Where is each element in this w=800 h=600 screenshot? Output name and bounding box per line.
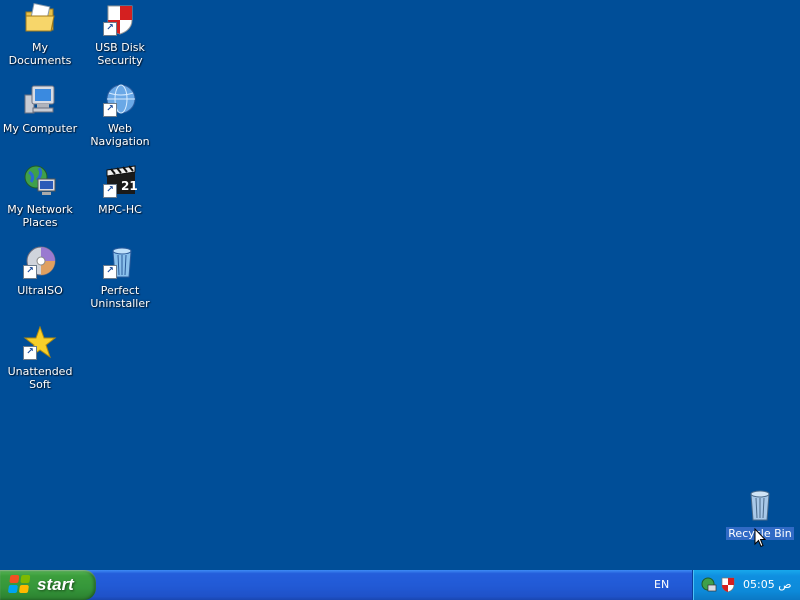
desktop-icon-label: My Documents (8, 41, 72, 67)
system-tray: 05:05 ص (692, 570, 800, 600)
desktop-icon-label: Perfect Uninstaller (90, 284, 150, 310)
desktop-icon-ultraiso[interactable]: ↗ UltraISO (0, 245, 80, 323)
usb-disk-security-icon: ↗ (103, 2, 137, 36)
desktop-icon-label: My Network Places (7, 203, 73, 229)
language-indicator[interactable]: EN (654, 578, 669, 591)
desktop-icon-unattended-soft[interactable]: ↗ Unattended Soft (0, 325, 80, 404)
clock[interactable]: 05:05 ص (743, 578, 792, 591)
desktop-icon-my-documents[interactable]: My Documents (0, 2, 80, 80)
shortcut-arrow-icon: ↗ (103, 22, 117, 36)
desktop-icon-label: Web Navigation (90, 122, 150, 148)
shortcut-arrow-icon: ↗ (23, 265, 37, 279)
desktop-icon-my-network-places[interactable]: My Network Places (0, 164, 80, 242)
start-label: start (37, 575, 74, 594)
shortcut-arrow-icon: ↗ (103, 265, 117, 279)
desktop-icon-my-computer[interactable]: My Computer (0, 83, 80, 161)
desktop-icon-label: Unattended Soft (7, 365, 73, 391)
network-tray-icon[interactable] (701, 577, 717, 593)
start-button[interactable]: start (0, 570, 96, 600)
desktop-icon-usb-disk-security[interactable]: ↗ USB Disk Security (80, 2, 160, 80)
unattended-soft-icon: ↗ (23, 325, 57, 360)
desktop-icon-recycle-bin[interactable]: Recycle Bin (720, 488, 800, 566)
recycle-bin-icon (743, 488, 777, 522)
desktop-icon-label: MPC-HC (98, 203, 142, 216)
windows-flag-icon (7, 575, 33, 595)
desktop-icon-mpc-hc[interactable]: 21 ↗ MPC-HC (80, 164, 160, 242)
ultraiso-icon: ↗ (23, 245, 57, 279)
shortcut-arrow-icon: ↗ (103, 103, 117, 117)
desktop-icon-perfect-uninstaller[interactable]: ↗ Perfect Uninstaller (80, 245, 160, 323)
taskbar: start EN 05:05 ص (0, 570, 800, 600)
desktop: My Documents ↗ USB Disk Security My Comp… (0, 0, 800, 570)
perfect-uninstaller-icon: ↗ (103, 245, 137, 279)
desktop-icon-web-navigation[interactable]: ↗ Web Navigation (80, 83, 160, 161)
network-places-icon (23, 164, 57, 198)
shortcut-arrow-icon: ↗ (103, 184, 117, 198)
desktop-icon-label: My Computer (2, 122, 78, 135)
desktop-icon-label: UltraISO (17, 284, 63, 297)
mpc-hc-icon: 21 ↗ (103, 164, 138, 198)
my-computer-icon (23, 83, 57, 117)
desktop-icon-label: USB Disk Security (95, 41, 145, 67)
mouse-cursor-icon (754, 528, 766, 548)
my-documents-icon (23, 2, 57, 36)
web-navigation-icon: ↗ (103, 83, 137, 117)
shortcut-arrow-icon: ↗ (23, 346, 37, 360)
usb-security-tray-icon[interactable] (720, 577, 736, 593)
svg-text:21: 21 (121, 179, 137, 193)
